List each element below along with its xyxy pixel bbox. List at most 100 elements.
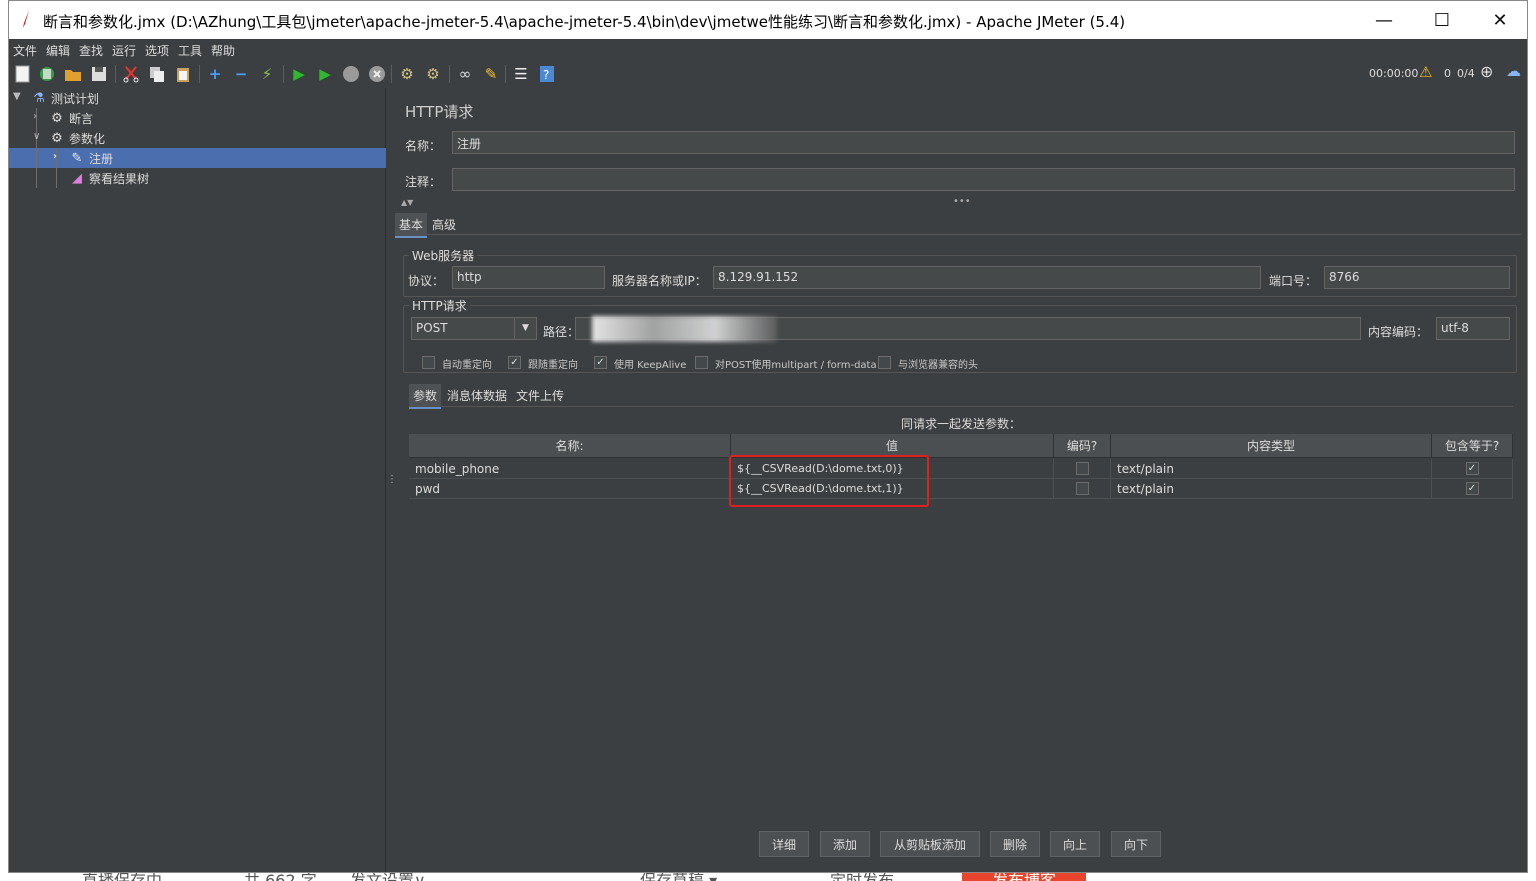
tab-file-upload[interactable]: 文件上传 [512,384,568,407]
splitter-handle-icon[interactable]: ••• [953,196,971,207]
tab-basic[interactable]: 基本 [395,213,428,238]
keepalive-checkbox[interactable]: ✓ [594,356,607,369]
multipart-checkbox[interactable] [695,356,708,369]
method-value: POST [416,321,448,335]
collapse-chevron-icon[interactable]: ▼ [13,91,21,102]
add-from-clipboard-button[interactable]: 从剪贴板添加 [880,831,980,857]
add-button[interactable]: 添加 [820,831,870,857]
column-header-encode[interactable]: 编码? [1054,434,1111,458]
warning-icon[interactable]: ⚠ [1419,63,1432,81]
close-button[interactable]: ✕ [1471,1,1527,39]
menu-file[interactable]: 文件 [13,42,37,59]
port-field[interactable]: 8766 [1324,266,1510,289]
browser-headers-label: 与浏览器兼容的头 [898,360,978,371]
toggle-icon[interactable]: ⚡ [257,64,277,84]
remote-icon[interactable]: ⊕ [1480,62,1493,81]
cell-content-type[interactable]: text/plain [1111,479,1432,499]
splitter-dots-icon[interactable]: ⋮ [387,474,397,485]
menu-help[interactable]: 帮助 [211,42,235,59]
port-label: 端口号： [1269,274,1318,288]
copy-icon[interactable] [147,64,167,84]
comment-field[interactable] [452,168,1515,191]
open-icon[interactable] [63,64,83,84]
auto-redirect-checkbox[interactable] [422,356,435,369]
paste-icon[interactable] [173,64,193,84]
include-equals-checkbox[interactable]: ✓ [1465,482,1479,495]
method-select[interactable]: POST ▼ [411,317,537,340]
start-icon[interactable]: ▶ [289,64,309,84]
expand-chevron-icon[interactable]: › [33,111,37,122]
splitter-arrows-icon[interactable]: ▲▼ [401,198,413,207]
encode-checkbox[interactable] [1075,462,1089,475]
delete-button[interactable]: 删除 [990,831,1040,857]
column-header-content-type[interactable]: 内容类型 [1111,434,1432,458]
menu-tools[interactable]: 工具 [178,42,202,59]
menu-options[interactable]: 选项 [145,42,169,59]
send-params-caption: 同请求一起发送参数： [901,417,1022,431]
reset-search-icon[interactable]: ✎ [481,64,501,84]
menu-edit[interactable]: 编辑 [46,42,70,59]
protocol-label: 协议： [408,274,445,288]
protocol-field[interactable]: http [452,266,605,289]
cell-encode[interactable] [1054,459,1111,479]
name-field[interactable]: 注册 [452,131,1515,154]
column-header-name[interactable]: 名称: [409,434,731,458]
cell-encode[interactable] [1054,479,1111,499]
thread-count: 0/4 [1457,67,1475,80]
encoding-label: 内容编码： [1368,325,1429,339]
comment-label: 注释： [405,175,442,189]
jmeter-feather-icon [23,10,29,28]
warning-count: 0 [1444,67,1451,80]
clear-all-icon[interactable]: ⚙ [423,64,443,84]
encoding-field[interactable]: utf-8 [1436,317,1510,340]
cell-name[interactable]: mobile_phone [409,459,731,479]
expand-chevron-icon[interactable]: › [53,151,57,162]
tab-advanced[interactable]: 高级 [428,213,460,236]
search-icon[interactable]: ∞ [455,64,475,84]
function-helper-icon[interactable]: ☰ [511,64,531,84]
menu-run[interactable]: 运行 [112,42,136,59]
encode-checkbox[interactable] [1075,482,1089,495]
tree-selection [9,148,386,168]
browser-headers-checkbox[interactable] [878,356,891,369]
tab-parameters[interactable]: 参数 [409,384,442,409]
log-icon[interactable]: ☁ [1506,62,1521,80]
templates-icon[interactable] [37,64,57,84]
start-no-pause-icon[interactable]: ▶ [315,64,335,84]
stop-icon[interactable] [341,64,361,84]
detail-button[interactable]: 详细 [759,831,809,857]
save-icon[interactable] [89,64,109,84]
tab-body-data[interactable]: 消息体数据 [443,384,511,407]
redacted-path [592,316,777,342]
collapse-chevron-icon[interactable]: ∨ [33,131,40,142]
help-icon[interactable]: ? [537,64,557,84]
tree-node-register[interactable]: ✎ 注册 [69,148,113,168]
tree-node-test-plan[interactable]: ⚗ 测试计划 [31,88,99,108]
tree-node-assertion[interactable]: ⚙ 断言 [49,108,93,128]
move-up-button[interactable]: 向上 [1050,831,1100,857]
maximize-button[interactable]: ☐ [1413,1,1471,39]
cell-name[interactable]: pwd [409,479,731,499]
http-request-title: HTTP请求 [409,297,470,314]
cell-content-type[interactable]: text/plain [1111,459,1432,479]
expand-icon[interactable]: + [205,64,225,84]
cut-icon[interactable] [121,64,141,84]
collapse-icon[interactable]: − [231,64,251,84]
chart-icon: ◢ [72,170,82,186]
move-down-button[interactable]: 向下 [1111,831,1161,857]
test-plan-icon: ⚗ [33,90,45,106]
tree-node-result-tree[interactable]: ◢ 察看结果树 [69,168,149,188]
server-field[interactable]: 8.129.91.152 [713,266,1261,289]
new-icon[interactable] [13,64,33,84]
column-header-include-equals[interactable]: 包含等于? [1432,434,1513,458]
cell-include-equals[interactable]: ✓ [1432,479,1513,499]
clear-icon[interactable]: ⚙ [397,64,417,84]
include-equals-checkbox[interactable]: ✓ [1465,462,1479,475]
menu-search[interactable]: 查找 [79,42,103,59]
follow-redirect-checkbox[interactable]: ✓ [508,356,521,369]
tree-node-parameterize[interactable]: ⚙ 参数化 [49,128,105,148]
shutdown-icon[interactable] [367,64,387,84]
window-title: 断言和参数化.jmx (D:\AZhung\工具包\jmeter\apache-… [43,13,1126,31]
cell-include-equals[interactable]: ✓ [1432,459,1513,479]
minimize-button[interactable]: — [1355,1,1413,39]
